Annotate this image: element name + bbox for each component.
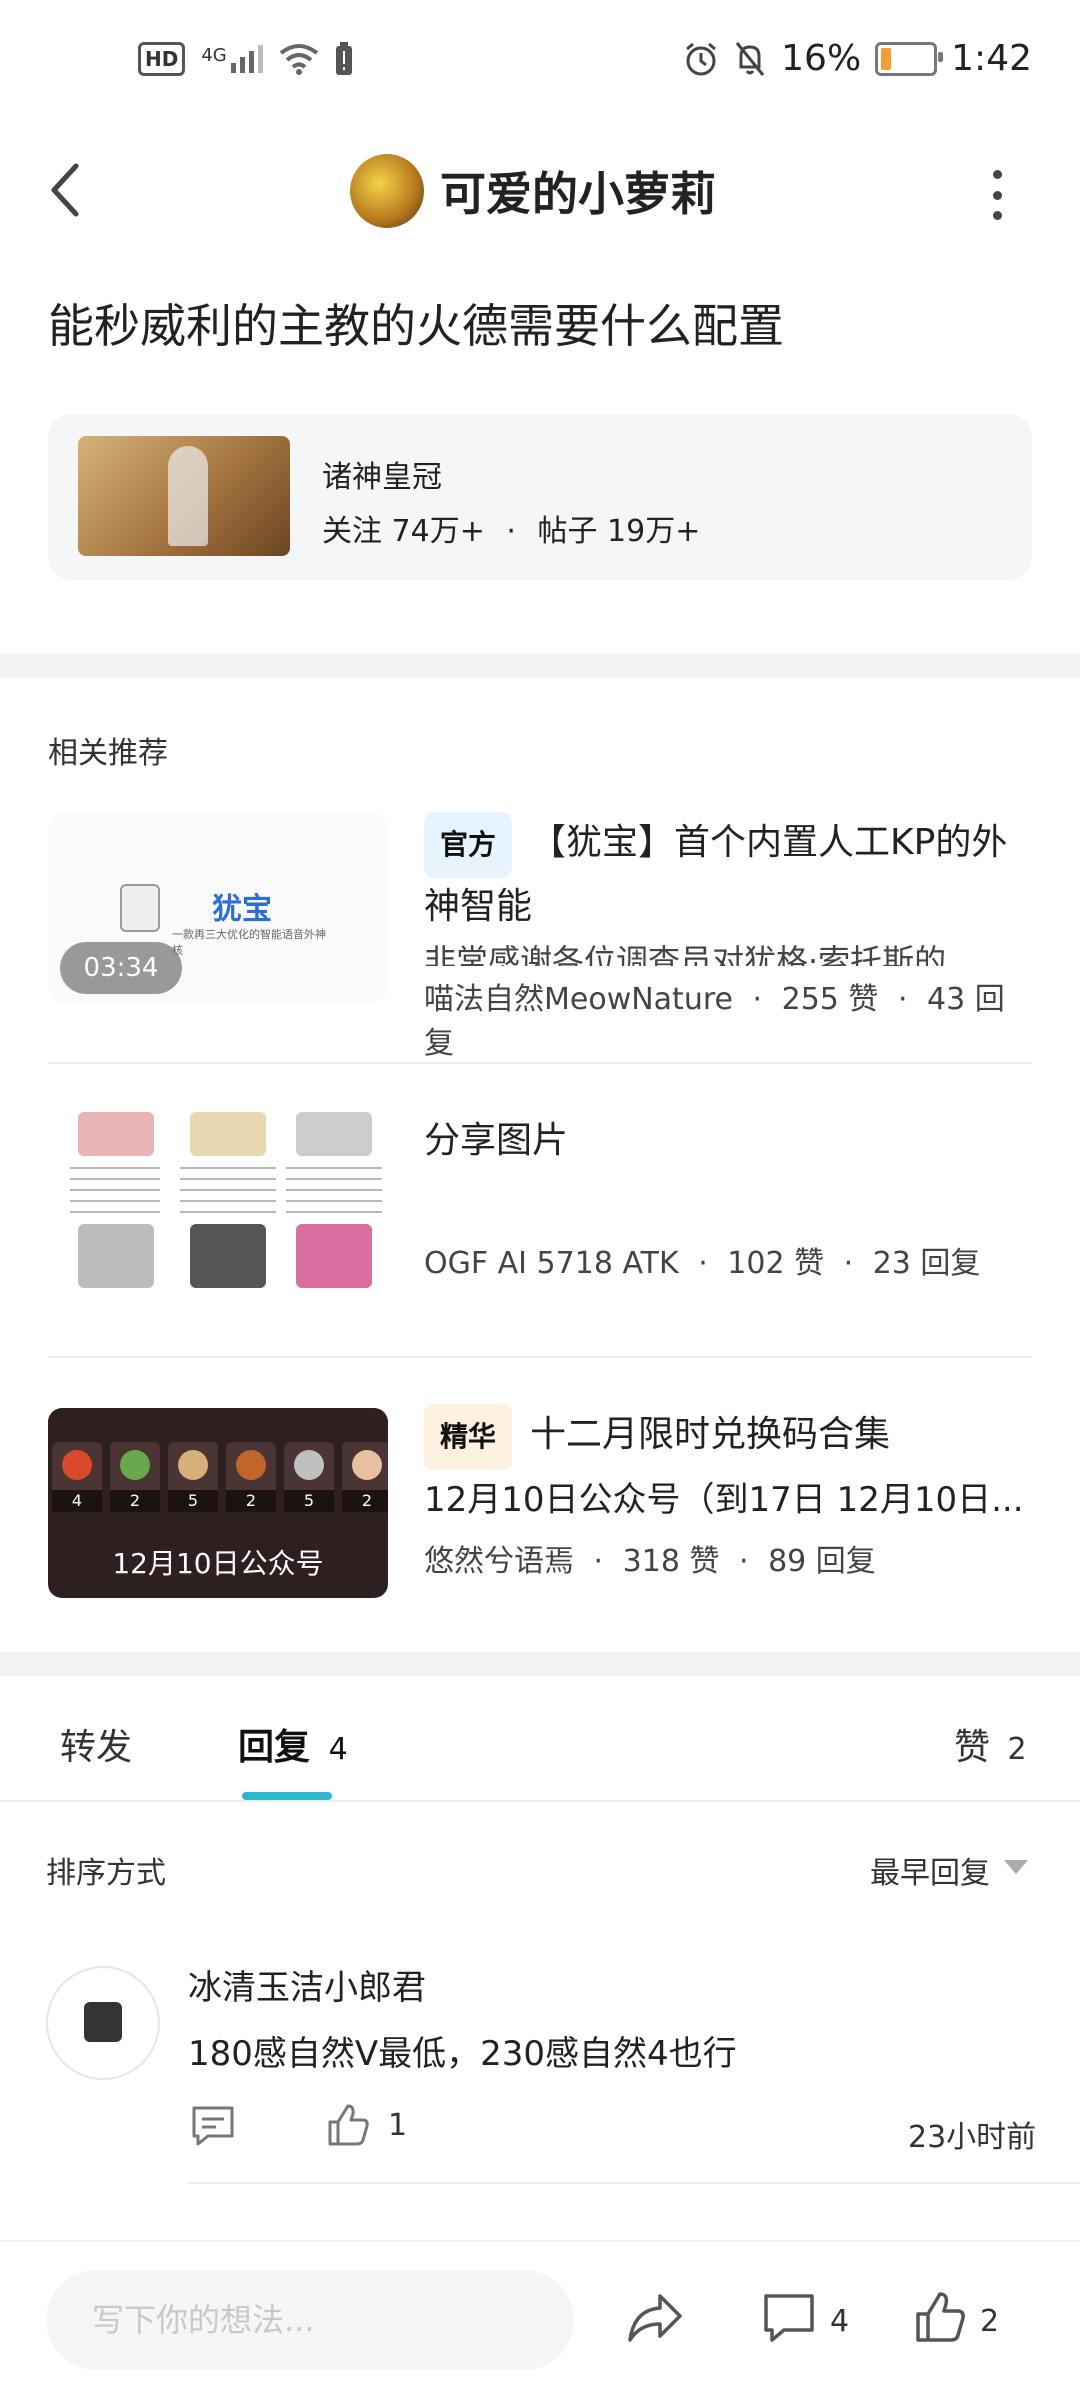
comment-like-icon[interactable] bbox=[326, 2102, 370, 2148]
item-count: 5 bbox=[168, 1490, 218, 1512]
commenter-avatar[interactable] bbox=[46, 1966, 160, 2080]
rec-replies: 89 回复 bbox=[768, 1544, 876, 1579]
reply-comment-icon[interactable] bbox=[190, 2104, 236, 2148]
item-count: 4 bbox=[52, 1490, 102, 1512]
author-name[interactable]: 可爱的小萝莉 bbox=[440, 158, 716, 224]
network-type: 4G bbox=[201, 45, 227, 66]
post-title: 能秒威利的主教的火德需要什么配置 bbox=[48, 299, 784, 353]
rec-author[interactable]: OGF AI 5718 ATK bbox=[424, 1246, 679, 1281]
forum-card[interactable]: 诸神皇冠 关注 74万+ · 帖子 19万+ bbox=[48, 414, 1032, 580]
rec-title[interactable]: 精华 十二月限时兑换码合集 bbox=[424, 1404, 1034, 1470]
rec-meta: OGF AI 5718 ATK · 102 赞 · 23 回复 bbox=[424, 1246, 981, 1281]
rec-thumbnail-video[interactable]: 犹宝 一款再三大优化的智能语音外神核 03:34 bbox=[48, 814, 388, 1002]
more-options-icon[interactable] bbox=[990, 170, 1004, 220]
rec-title-text: 十二月限时兑换码合集 bbox=[530, 1414, 891, 1455]
alarm-icon bbox=[686, 42, 717, 75]
rec-replies: 23 回复 bbox=[872, 1246, 981, 1281]
chevron-down-icon[interactable] bbox=[1004, 1860, 1028, 1874]
forum-posts: 帖子 19万+ bbox=[537, 514, 701, 549]
section-separator bbox=[0, 654, 1080, 678]
rec-likes: 255 赞 bbox=[781, 982, 879, 1017]
item-icon: 4 bbox=[52, 1442, 102, 1512]
rec-thumbnail-codes[interactable]: 425252 12月10日公众号 bbox=[48, 1408, 388, 1598]
rec-item-1[interactable]: 官方 【犹宝】首个内置人工KP的外神智能 非常感谢各位调查员对犹格·索托斯的 喵法… bbox=[424, 812, 1034, 1062]
status-bar: HD 4G 16% 1:42 bbox=[0, 0, 1080, 130]
related-label: 相关推荐 bbox=[48, 736, 168, 771]
battery-icon bbox=[875, 41, 944, 76]
divider bbox=[188, 2182, 1080, 2184]
meta-dot: · bbox=[506, 514, 516, 549]
battery-percent: 16% bbox=[781, 38, 862, 79]
forum-stats: 关注 74万+ · 帖子 19万+ bbox=[322, 506, 700, 550]
comment-input[interactable]: 写下你的想法... bbox=[46, 2270, 574, 2370]
tag-elite: 精华 bbox=[424, 1404, 513, 1470]
divider bbox=[48, 1356, 1032, 1358]
item-count: 2 bbox=[342, 1490, 388, 1512]
tab-like-count: 2 bbox=[1007, 1732, 1027, 1767]
rec-item-2[interactable]: 分享图片 OGF AI 5718 ATK · 102 赞 · 23 回复 bbox=[424, 1112, 1034, 1282]
author-avatar[interactable] bbox=[350, 154, 424, 228]
comment-like-count: 1 bbox=[388, 2108, 408, 2143]
tab-reply-count: 4 bbox=[328, 1732, 348, 1767]
rec-thumbnail-image-grid[interactable] bbox=[48, 1106, 388, 1294]
tab-reply[interactable]: 回复 4 bbox=[238, 1718, 348, 1770]
rec-author[interactable]: 喵法自然MeowNature bbox=[424, 982, 733, 1017]
tab-reply-label: 回复 bbox=[238, 1727, 311, 1768]
comment-body: 180感自然V最低，230感自然4也行 bbox=[188, 2034, 737, 2074]
forum-thumbnail bbox=[78, 436, 290, 556]
bottom-comment-count: 4 bbox=[830, 2304, 850, 2339]
item-icon: 5 bbox=[284, 1442, 334, 1512]
back-arrow-icon[interactable] bbox=[46, 160, 86, 220]
rec-title[interactable]: 官方 【犹宝】首个内置人工KP的外神智能 bbox=[424, 812, 1034, 936]
clock: 1:42 bbox=[951, 38, 1032, 79]
signal-icon: 4G bbox=[201, 45, 263, 73]
item-icon: 2 bbox=[110, 1442, 160, 1512]
item-count: 2 bbox=[110, 1490, 160, 1512]
commenter-name[interactable]: 冰清玉洁小郎君 bbox=[188, 1960, 426, 2009]
rec-likes: 102 赞 bbox=[727, 1246, 825, 1281]
share-icon[interactable] bbox=[626, 2290, 684, 2346]
comment-icon[interactable] bbox=[762, 2292, 816, 2344]
sort-dropdown[interactable]: 最早回复 bbox=[870, 1848, 990, 1892]
tabs-divider bbox=[0, 1800, 1080, 1802]
comment-time: 23小时前 bbox=[908, 2120, 1037, 2155]
item-count: 5 bbox=[284, 1490, 334, 1512]
rec-meta: 悠然兮语焉 · 318 赞 · 89 回复 bbox=[424, 1544, 876, 1579]
rec-likes: 318 赞 bbox=[622, 1544, 720, 1579]
video-duration: 03:34 bbox=[60, 942, 182, 994]
rec-title[interactable]: 分享图片 bbox=[424, 1112, 1034, 1170]
section-separator bbox=[0, 1652, 1080, 1676]
forum-name: 诸神皇冠 bbox=[322, 460, 442, 495]
item-icon: 5 bbox=[168, 1442, 218, 1512]
tab-like[interactable]: 赞 2 bbox=[954, 1718, 1027, 1770]
rec-excerpt: 非常感谢各位调查员对犹格·索托斯的 bbox=[424, 942, 947, 966]
thumb-caption: 12月10日公众号 bbox=[112, 1547, 324, 1580]
thumb-subtitle: 一款再三大优化的智能语音外神核 bbox=[172, 928, 326, 957]
item-icon: 2 bbox=[342, 1442, 388, 1512]
bottom-like-count: 2 bbox=[980, 2304, 1000, 2339]
mute-bell-icon bbox=[735, 41, 765, 76]
rec-excerpt: 12月10日公众号（到17日 12月10日... bbox=[424, 1480, 1024, 1520]
tag-official: 官方 bbox=[424, 812, 513, 878]
active-tab-indicator bbox=[242, 1792, 332, 1800]
thumb-title: 犹宝 bbox=[212, 892, 272, 927]
mascot-icon bbox=[120, 884, 160, 932]
rec-meta: 喵法自然MeowNature · 255 赞 · 43 回复 bbox=[424, 982, 1005, 1061]
sort-label: 排序方式 bbox=[46, 1856, 166, 1891]
battery-alert-icon bbox=[335, 42, 352, 75]
item-icon: 2 bbox=[226, 1442, 276, 1512]
forum-follows: 关注 74万+ bbox=[322, 514, 485, 549]
rec-item-3[interactable]: 精华 十二月限时兑换码合集 12月10日公众号（到17日 12月10日... 悠然… bbox=[424, 1404, 1034, 1580]
item-count: 2 bbox=[226, 1490, 276, 1512]
divider bbox=[48, 1062, 1032, 1064]
wifi-icon bbox=[279, 44, 318, 75]
tab-like-label: 赞 bbox=[954, 1727, 991, 1768]
rec-author[interactable]: 悠然兮语焉 bbox=[424, 1544, 574, 1579]
hd-icon: HD bbox=[138, 42, 186, 76]
like-icon[interactable] bbox=[914, 2290, 966, 2344]
tab-forward[interactable]: 转发 bbox=[60, 1718, 132, 1770]
item-icons-row: 425252 bbox=[48, 1442, 388, 1512]
